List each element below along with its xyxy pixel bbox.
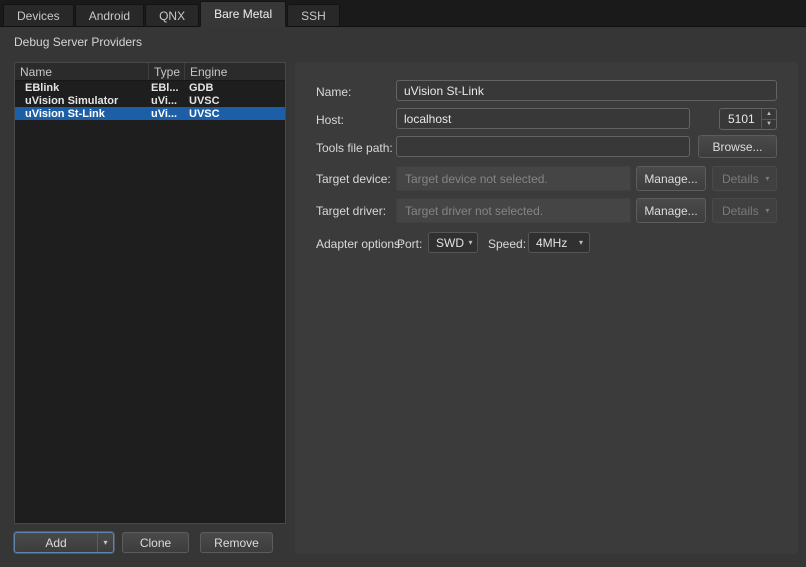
table-row-uvision-st-link[interactable]: uVision St-Link uVi... UVSC — [15, 107, 285, 120]
details-label: Details — [722, 204, 759, 218]
add-button-label: Add — [15, 536, 97, 550]
speed-combobox-value: 4MHz — [536, 236, 573, 250]
spin-down-icon[interactable]: ▼ — [762, 120, 776, 130]
column-header-engine[interactable]: Engine — [185, 63, 285, 80]
name-input[interactable] — [396, 80, 777, 101]
host-input[interactable] — [396, 108, 690, 129]
add-dropdown-arrow-icon[interactable]: ▾ — [97, 533, 113, 552]
column-header-type[interactable]: Type — [149, 63, 185, 80]
target-driver-field: Target driver not selected. — [396, 198, 631, 223]
provider-details-panel: Name: Host: ▲ ▼ Tools file path: Browse.… — [295, 62, 798, 554]
add-button[interactable]: Add ▾ — [14, 532, 114, 553]
details-label: Details — [722, 172, 759, 186]
adapter-options-label: Adapter options: — [316, 237, 403, 251]
tools-file-path-label: Tools file path: — [316, 141, 393, 155]
page-title: Debug Server Providers — [14, 35, 142, 49]
tab-bare-metal[interactable]: Bare Metal — [200, 1, 286, 27]
row-type: uVi... — [149, 95, 185, 107]
port-label: Port: — [397, 237, 422, 251]
table-row-uvision-simulator[interactable]: uVision Simulator uVi... UVSC — [15, 94, 285, 107]
spin-up-icon[interactable]: ▲ — [762, 109, 776, 120]
target-driver-label: Target driver: — [316, 204, 386, 218]
tools-file-path-input[interactable] — [396, 136, 690, 157]
name-label: Name: — [316, 85, 351, 99]
target-device-label: Target device: — [316, 172, 391, 186]
port-spinbox[interactable]: ▲ ▼ — [719, 108, 777, 130]
tab-bar: Devices Android QNX Bare Metal SSH — [0, 0, 806, 27]
row-type: uVi... — [149, 108, 185, 120]
tab-qnx[interactable]: QNX — [145, 4, 199, 26]
row-engine: UVSC — [185, 95, 285, 107]
host-label: Host: — [316, 113, 344, 127]
row-name: uVision Simulator — [15, 95, 149, 107]
tab-ssh[interactable]: SSH — [287, 4, 340, 26]
table-row-eblink[interactable]: EBlink EBl... GDB — [15, 81, 285, 94]
target-driver-details-button: Details ▾ — [712, 198, 777, 223]
clone-button[interactable]: Clone — [122, 532, 189, 553]
row-engine: GDB — [185, 82, 285, 94]
column-header-name[interactable]: Name — [15, 63, 149, 80]
port-input[interactable] — [720, 109, 761, 129]
target-device-manage-button[interactable]: Manage... — [636, 166, 706, 191]
target-device-details-button: Details ▾ — [712, 166, 777, 191]
debug-server-providers-page: Devices Android QNX Bare Metal SSH Debug… — [0, 0, 806, 567]
tab-android[interactable]: Android — [75, 4, 144, 26]
row-name: uVision St-Link — [15, 108, 149, 120]
chevron-down-icon: ▾ — [759, 174, 776, 183]
target-device-field: Target device not selected. — [396, 166, 631, 191]
speed-combobox[interactable]: 4MHz ▾ — [528, 232, 590, 253]
remove-button[interactable]: Remove — [200, 532, 273, 553]
browse-button[interactable]: Browse... — [698, 135, 777, 158]
row-engine: UVSC — [185, 108, 285, 120]
tab-devices[interactable]: Devices — [3, 4, 74, 26]
provider-table: Name Type Engine EBlink EBl... GDB uVisi… — [14, 62, 286, 524]
row-type: EBl... — [149, 82, 185, 94]
chevron-down-icon: ▾ — [464, 238, 477, 247]
port-combobox-value: SWD — [436, 236, 464, 250]
row-name: EBlink — [15, 82, 149, 94]
chevron-down-icon: ▾ — [759, 206, 776, 215]
provider-table-header: Name Type Engine — [15, 63, 285, 81]
speed-label: Speed: — [488, 237, 526, 251]
port-combobox[interactable]: SWD ▾ — [428, 232, 478, 253]
chevron-down-icon: ▾ — [573, 238, 589, 247]
target-driver-manage-button[interactable]: Manage... — [636, 198, 706, 223]
